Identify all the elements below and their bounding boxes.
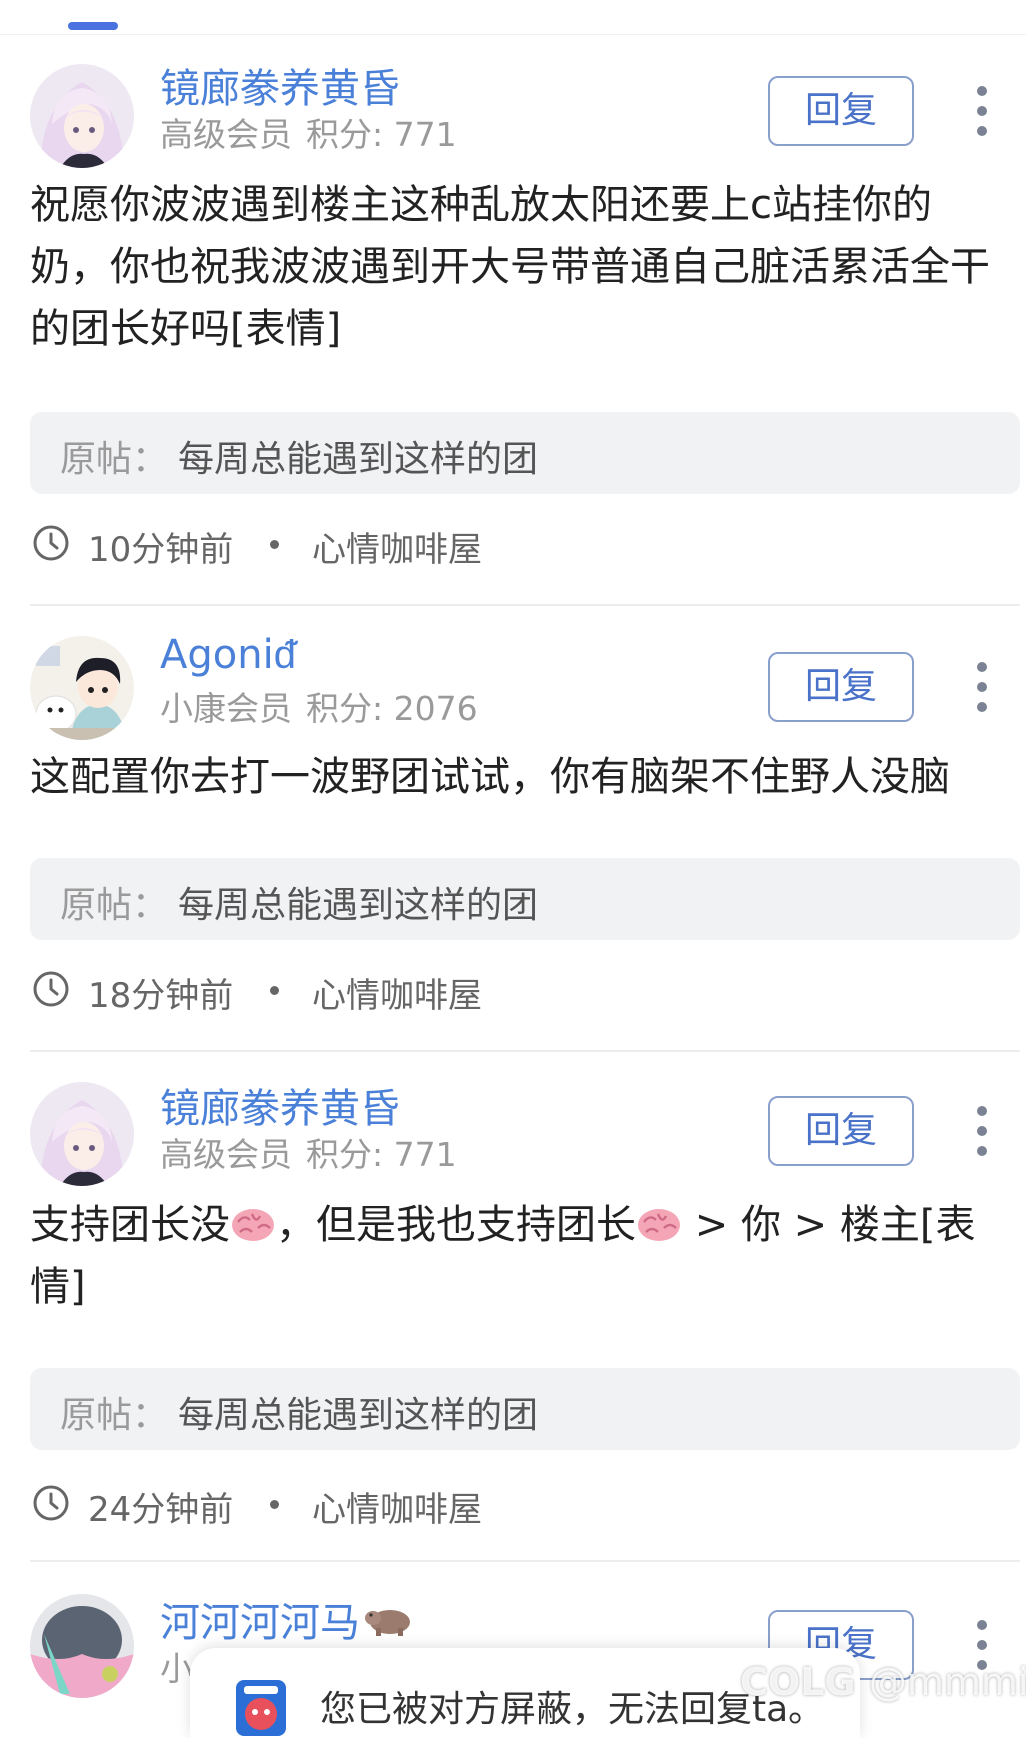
original-post-quote[interactable]: 原帖： 每周总能遇到这样的团	[30, 1368, 1020, 1450]
comment-text: 这配置你去打一波野团试试，你有脑架不住野人没脑	[30, 754, 950, 800]
divider	[30, 1050, 1020, 1052]
watermark: COLG @mmmio	[740, 1660, 1026, 1704]
member-level: 高级会员	[160, 115, 292, 154]
original-post-quote[interactable]: 原帖： 每周总能遇到这样的团	[30, 412, 1020, 494]
quote-title: 每周总能遇到这样的团	[178, 439, 539, 480]
comment-item: 镜廊豢养黄昏 高级会员 积分: 771 回复 祝愿你波波遇到楼主这种乱放太阳还要上…	[30, 56, 1020, 570]
original-post-quote[interactable]: 原帖： 每周总能遇到这样的团	[30, 858, 1020, 940]
user-meta: 高级会员 积分: 771	[160, 1128, 457, 1176]
points: 积分: 771	[306, 1135, 457, 1174]
app-logo-icon	[236, 1680, 286, 1736]
user-meta: 小康会员 积分: 2076	[160, 682, 478, 730]
reply-button[interactable]: 回复	[768, 1096, 914, 1166]
top-tab-bar	[0, 0, 1026, 35]
avatar[interactable]	[30, 64, 134, 168]
separator-dot	[270, 540, 279, 549]
clock-icon	[33, 525, 69, 561]
clock-icon	[33, 971, 69, 1007]
reply-button[interactable]: 回复	[768, 652, 914, 722]
points: 积分: 771	[306, 115, 457, 154]
username-text: 河河河河马	[160, 1600, 360, 1646]
divider	[30, 1560, 1020, 1562]
timestamp: 18分钟前	[88, 976, 234, 1016]
timestamp: 24分钟前	[88, 1490, 234, 1530]
hippo-emoji-icon	[365, 1610, 410, 1636]
more-options-icon[interactable]	[970, 662, 994, 712]
brain-emoji-icon	[232, 1209, 274, 1241]
reply-button[interactable]: 回复	[768, 76, 914, 146]
more-options-icon[interactable]	[970, 1106, 994, 1156]
points: 积分: 2076	[306, 689, 478, 728]
username[interactable]: 河河河河马	[160, 1590, 412, 1648]
username[interactable]: 镜廊豢养黄昏	[160, 1076, 400, 1134]
forum-category[interactable]: 心情咖啡屋	[312, 522, 482, 571]
user-meta: 小	[160, 1642, 193, 1690]
timestamp: 10分钟前	[88, 530, 234, 570]
member-level: 高级会员	[160, 1135, 292, 1174]
avatar[interactable]	[30, 1594, 134, 1698]
comment-text-part: ，但是我也支持团长	[276, 1202, 636, 1248]
comment-text: 支持团长没 ，但是我也支持团长 > 你 > 楼主[表情]	[30, 1194, 1005, 1318]
avatar[interactable]	[30, 636, 134, 740]
comment-item: 镜廊豢养黄昏 高级会员 积分: 771 回复 支持团长没 ，但是我也支持团长 > 你…	[30, 1076, 1020, 1556]
quote-title: 每周总能遇到这样的团	[178, 1395, 539, 1436]
clock-icon	[33, 1485, 69, 1521]
member-level: 小	[160, 1649, 193, 1688]
quote-label: 原帖：	[60, 439, 169, 480]
divider	[30, 604, 1020, 606]
avatar[interactable]	[30, 1082, 134, 1186]
comment-text-part: 支持团长没	[30, 1202, 230, 1248]
watermark-logo: COLG	[740, 1660, 856, 1704]
active-tab-indicator	[68, 22, 118, 30]
quote-label: 原帖：	[60, 1395, 169, 1436]
more-options-icon[interactable]	[970, 86, 994, 136]
watermark-handle: @mmmio	[868, 1660, 1026, 1704]
forum-category[interactable]: 心情咖啡屋	[312, 968, 482, 1017]
user-meta: 高级会员 积分: 771	[160, 108, 457, 156]
comment-item: Agoniᵭ 小康会员 积分: 2076 回复 这配置你去打一波野团试试，你有脑架…	[30, 632, 1020, 1016]
brain-emoji-icon	[638, 1209, 680, 1241]
quote-label: 原帖：	[60, 885, 169, 926]
username[interactable]: Agoniᵭ	[160, 632, 296, 678]
quote-title: 每周总能遇到这样的团	[178, 885, 539, 926]
username[interactable]: 镜廊豢养黄昏	[160, 56, 400, 114]
forum-category[interactable]: 心情咖啡屋	[312, 1482, 482, 1531]
member-level: 小康会员	[160, 689, 292, 728]
separator-dot	[270, 986, 279, 995]
comment-text: 祝愿你波波遇到楼主这种乱放太阳还要上c站挂你的奶，你也祝我波波遇到开大号带普通自…	[30, 182, 990, 352]
separator-dot	[270, 1500, 279, 1509]
